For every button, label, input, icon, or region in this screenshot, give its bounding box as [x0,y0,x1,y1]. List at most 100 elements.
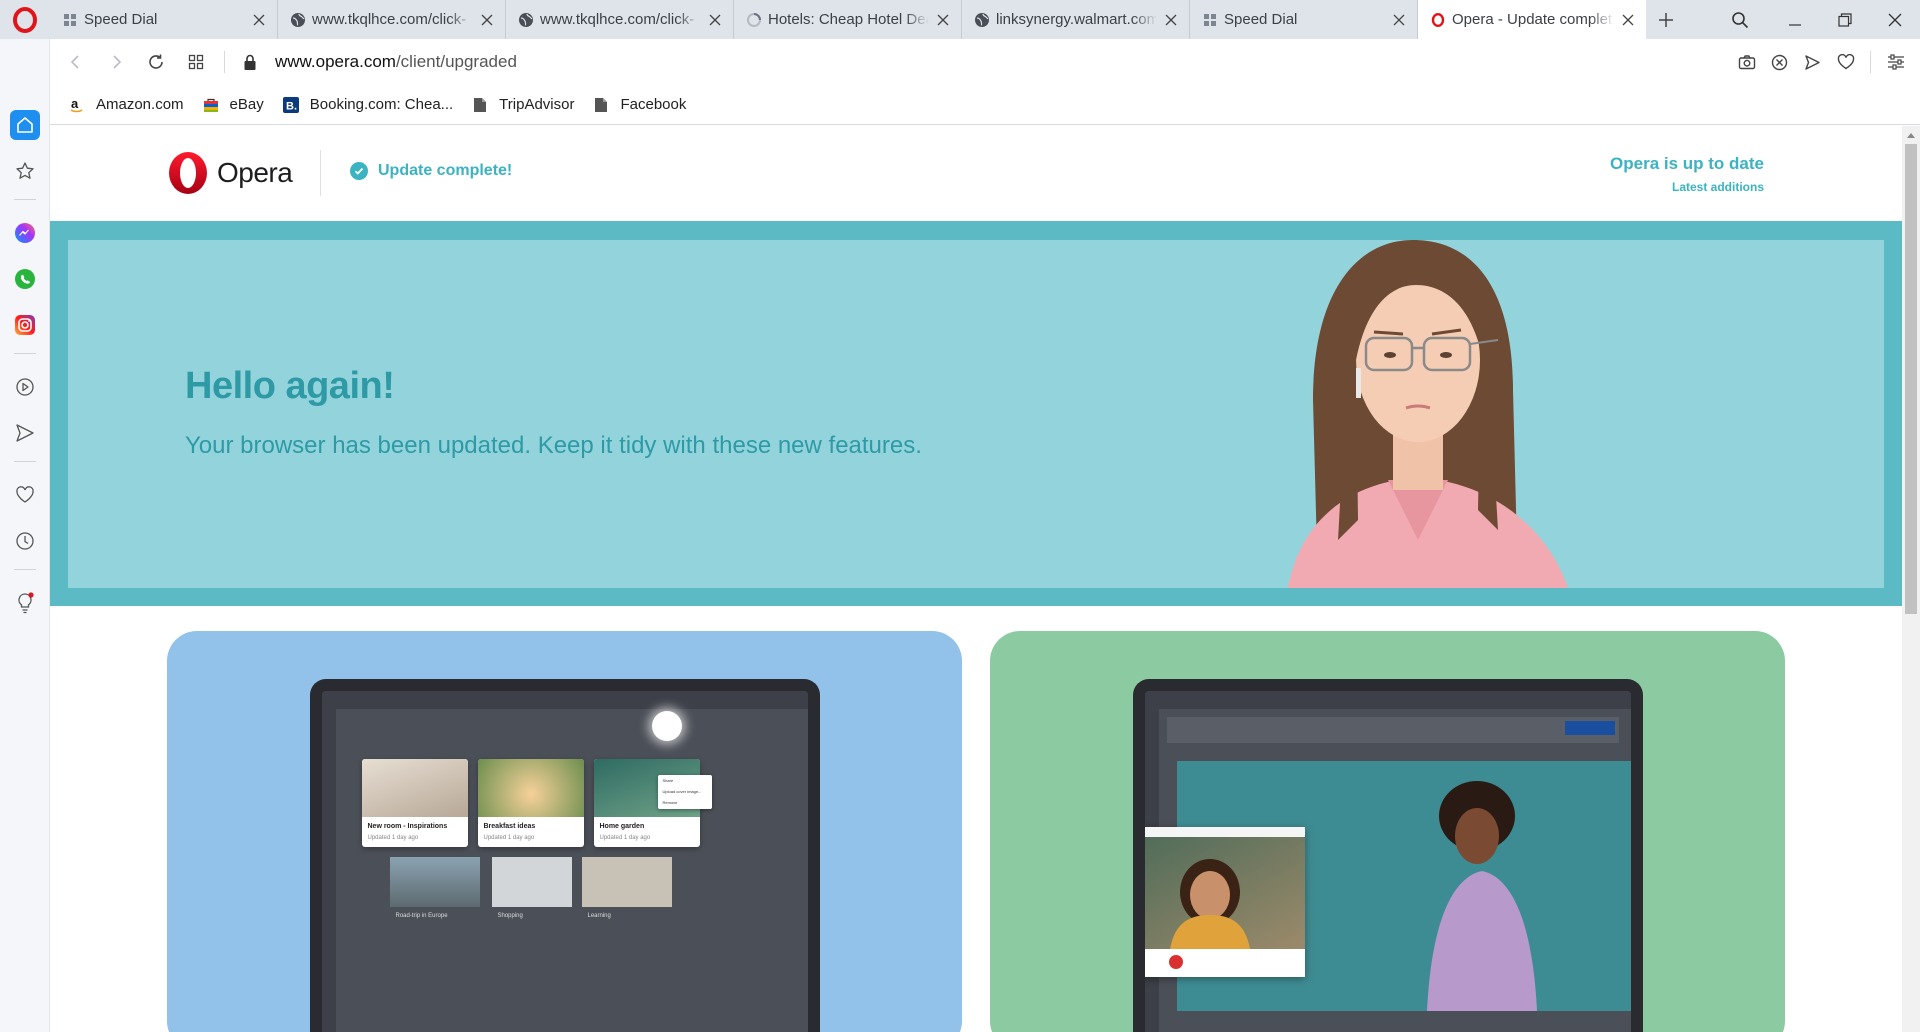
bookmark-label: Booking.com: Chea... [309,96,454,113]
booking-icon: B. [282,96,300,114]
clock-icon [16,532,34,550]
site-info-button[interactable] [235,42,265,82]
tab-2[interactable]: www.tkqlhce.com/click- [278,0,506,39]
restore-icon [1838,12,1852,27]
sidebar-whats-new-button[interactable] [9,587,41,619]
restore-button[interactable] [1820,0,1870,39]
sidebar-home-button[interactable] [9,109,41,141]
plus-icon [1659,12,1673,27]
feature-card-video-popout [990,631,1785,1032]
sidebar-separator [14,199,36,200]
new-tab-button[interactable] [1646,0,1686,39]
bookmark-item[interactable]: eBay [202,96,264,114]
logo-text: Opera [217,157,293,188]
sidebar-flow-button[interactable] [9,417,41,449]
tab-grid-button[interactable] [176,42,216,82]
bookmark-page-button[interactable] [1829,42,1862,82]
whatsapp-icon [15,269,35,289]
bookmark-item[interactable]: B. Booking.com: Chea... [282,96,453,114]
pinboard-card-title: Home garden [599,823,645,830]
amazon-icon: a [68,96,86,114]
laptop-screen [1144,691,1631,1032]
back-arrow-icon [70,55,79,69]
tab-title: Speed Dial [84,11,158,28]
snapshot-button[interactable] [1730,42,1763,82]
tab-4[interactable]: Hotels: Cheap Hotel Dea [734,0,962,39]
update-status: Update complete! [350,162,512,180]
ad-block-shield-icon [1771,54,1788,70]
bookmark-label: eBay [229,96,264,113]
forward-button[interactable] [96,42,136,82]
sidebar-speed-dial-button[interactable] [9,155,41,187]
tab-close-button[interactable] [933,10,953,30]
svg-text:B.: B. [286,100,297,112]
close-icon [709,14,721,25]
globe-icon [290,12,306,28]
pinboard-label: Road-trip in Europe [395,913,448,919]
hero-person-illustration [1288,240,1568,588]
back-button[interactable] [56,42,96,82]
scroll-thumb[interactable] [1905,144,1917,614]
url-field[interactable]: www.opera.com/client/upgraded [275,52,1730,72]
close-window-button[interactable] [1870,0,1920,39]
tab-1[interactable]: Speed Dial [50,0,278,39]
pinboard-context-menu: Share Upload cover image... Remove [657,775,712,809]
scroll-up-button[interactable] [1902,126,1920,144]
sidebar-bookmarks-button[interactable] [9,479,41,511]
edit-pinboard-icon [651,711,682,741]
tab-close-button[interactable] [1161,10,1181,30]
tab-close-button[interactable] [477,10,497,30]
tab-6[interactable]: Speed Dial [1190,0,1418,39]
easy-setup-button[interactable] [1879,42,1912,82]
grid-icon [188,54,204,70]
bookmark-label: Amazon.com [96,96,184,113]
sidebar-player-button[interactable] [9,371,41,403]
tab-title: www.tkqlhce.com/click- [312,11,467,28]
feature-card-pinboards: New room - Inspirations Updated 1 day ag… [167,631,962,1032]
tab-bar: Speed Dial www.tkqlhce.com/click-www.tkql… [0,0,1920,39]
bookmark-item[interactable]: a Amazon.com [68,96,184,114]
hero-title: Hello again! [185,365,395,407]
tab-close-button[interactable] [705,10,725,30]
globe-icon [518,12,534,28]
messenger-icon [15,223,35,243]
home-icon [10,110,40,140]
pinboard-label: Shopping [497,913,523,919]
bookmark-label: Facebook [620,96,687,113]
sidebar-whatsapp-button[interactable] [9,263,41,295]
reload-button[interactable] [136,42,176,82]
reload-icon [149,54,163,69]
ad-blocker-button[interactable] [1763,42,1796,82]
sidebar-instagram-button[interactable] [9,309,41,341]
minimize-button[interactable] [1770,0,1820,39]
tab-3[interactable]: www.tkqlhce.com/click- [506,0,734,39]
laptop-screen: New room - Inspirations Updated 1 day ag… [321,691,808,1032]
sidebar-history-button[interactable] [9,525,41,557]
lightbulb-icon [18,592,34,614]
sidebar-separator [14,353,36,354]
bookmarks-bar: a Amazon.com eBay B. Booking.com: Chea... Tri… [50,85,1920,125]
tab-7[interactable]: Opera - Update complet [1418,0,1646,39]
instagram-icon [15,315,35,335]
opera-logo[interactable]: Opera [165,150,293,196]
address-bar: www.opera.com/client/upgraded [50,39,1920,85]
tab-close-button[interactable] [1618,10,1638,30]
bookmark-item[interactable]: TripAdvisor [471,96,574,114]
tab-search-button[interactable] [1715,0,1765,39]
tab-close-button[interactable] [249,10,269,30]
tab-title: Speed Dial [1224,11,1298,28]
context-menu-item: Share [662,778,674,783]
close-icon [1888,13,1902,26]
send-to-flow-button[interactable] [1796,42,1829,82]
window-controls [1770,0,1920,39]
bookmark-item[interactable]: Facebook [592,96,686,114]
tab-5[interactable]: linksynergy.walmart.com [962,0,1190,39]
hero-subtitle: Your browser has been updated. Keep it t… [185,432,922,459]
sidebar-messenger-button[interactable] [9,217,41,249]
page-scrollbar[interactable] [1902,126,1920,1032]
address-actions [1730,42,1912,82]
tab-close-button[interactable] [1389,10,1409,30]
latest-additions-link[interactable]: Latest additions [1610,180,1764,194]
opera-menu-button[interactable] [0,0,50,39]
close-icon [253,14,265,25]
